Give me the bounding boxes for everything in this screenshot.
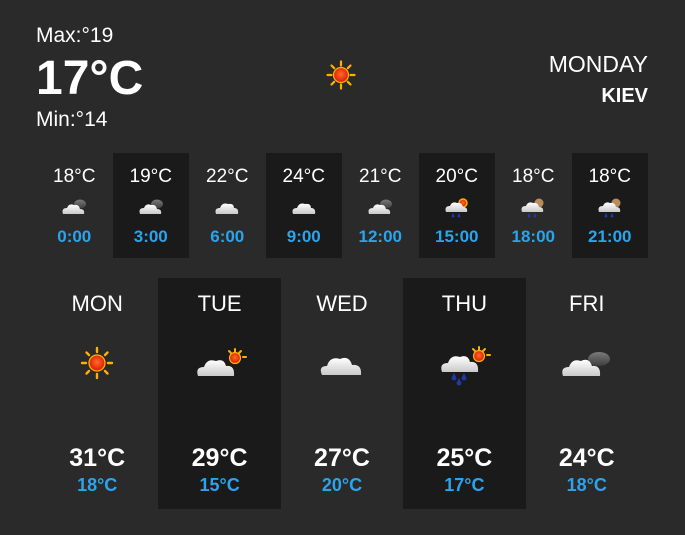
day-name: MON [71, 291, 123, 316]
day-low: 15°C [199, 475, 240, 495]
day-low: 18°C [566, 475, 607, 495]
hour-temp: 18°C [512, 166, 555, 187]
daily-forecast: MON 31°C 18°C TUE 29°C 15°C WED 27°C 20°… [36, 278, 648, 509]
current-temp: 17°C [36, 52, 144, 105]
hour-slot: 24°C 9:00 [265, 153, 342, 258]
day-high: 29°C [191, 444, 248, 472]
hour-temp: 22°C [206, 166, 249, 187]
hour-slot: 18°C 21:00 [571, 153, 648, 258]
hour-temp: 18°C [588, 166, 631, 187]
day-high: 27°C [314, 444, 370, 472]
hour-slot: 18°C 18:00 [495, 153, 572, 258]
hourly-forecast: 18°C 0:00 19°C 3:00 22°C 6:00 24°C 9:00 … [36, 153, 648, 258]
sun-icon [67, 338, 127, 388]
hour-time: 21:00 [588, 227, 632, 246]
day-name: FRI [569, 291, 605, 316]
hour-slot: 22°C 6:00 [189, 153, 266, 258]
hour-temp: 21°C [359, 166, 402, 187]
hour-time: 0:00 [57, 227, 92, 246]
cloud-night-icon [365, 195, 395, 219]
rain-moon-icon [595, 195, 625, 219]
hour-slot: 19°C 3:00 [112, 153, 189, 258]
day-high: 24°C [558, 444, 615, 472]
hour-time: 15:00 [435, 227, 479, 246]
weekday-label: MONDAY [548, 51, 648, 77]
hour-time: 18:00 [511, 227, 555, 246]
cloud-icon [312, 338, 372, 388]
day-low: 17°C [444, 475, 485, 495]
day-column: FRI 24°C 18°C [526, 278, 648, 509]
cloud-sun-icon [190, 338, 250, 388]
rain-sun-icon [442, 195, 472, 219]
hour-time: 3:00 [133, 227, 168, 246]
day-column: MON 31°C 18°C [36, 278, 158, 509]
hour-time: 12:00 [358, 227, 402, 246]
day-name: THU [441, 291, 487, 316]
day-name: TUE [197, 291, 242, 316]
day-high: 31°C [69, 444, 126, 472]
day-column: THU 25°C 17°C [403, 278, 526, 509]
hour-temp: 19°C [129, 166, 172, 187]
min-temp: Min:°14 [36, 108, 108, 131]
hour-temp: 24°C [282, 166, 325, 187]
day-name: WED [316, 291, 368, 316]
cloud-icon [289, 195, 319, 219]
hour-slot: 21°C 12:00 [342, 153, 419, 258]
cloud-night-icon [59, 195, 89, 219]
day-high: 25°C [436, 444, 493, 472]
cloud-night-icon [557, 338, 617, 388]
day-low: 18°C [77, 475, 118, 495]
hour-temp: 18°C [53, 166, 96, 187]
hour-slot: 20°C 15:00 [418, 153, 495, 258]
cloud-night-icon [136, 195, 166, 219]
day-low: 20°C [321, 475, 363, 495]
cloud-icon [212, 195, 242, 219]
rain-moon-icon [518, 195, 548, 219]
rain-sun-icon [434, 338, 494, 388]
sun-icon [326, 60, 356, 90]
hour-slot: 18°C 0:00 [36, 153, 113, 258]
hour-temp: 20°C [435, 166, 478, 187]
max-temp: Max:°19 [36, 24, 114, 47]
city-label: KIEV [601, 85, 648, 107]
day-column: TUE 29°C 15°C [158, 278, 281, 509]
hour-time: 9:00 [286, 227, 321, 246]
day-column: WED 27°C 20°C [281, 278, 403, 509]
hour-time: 6:00 [210, 227, 245, 246]
